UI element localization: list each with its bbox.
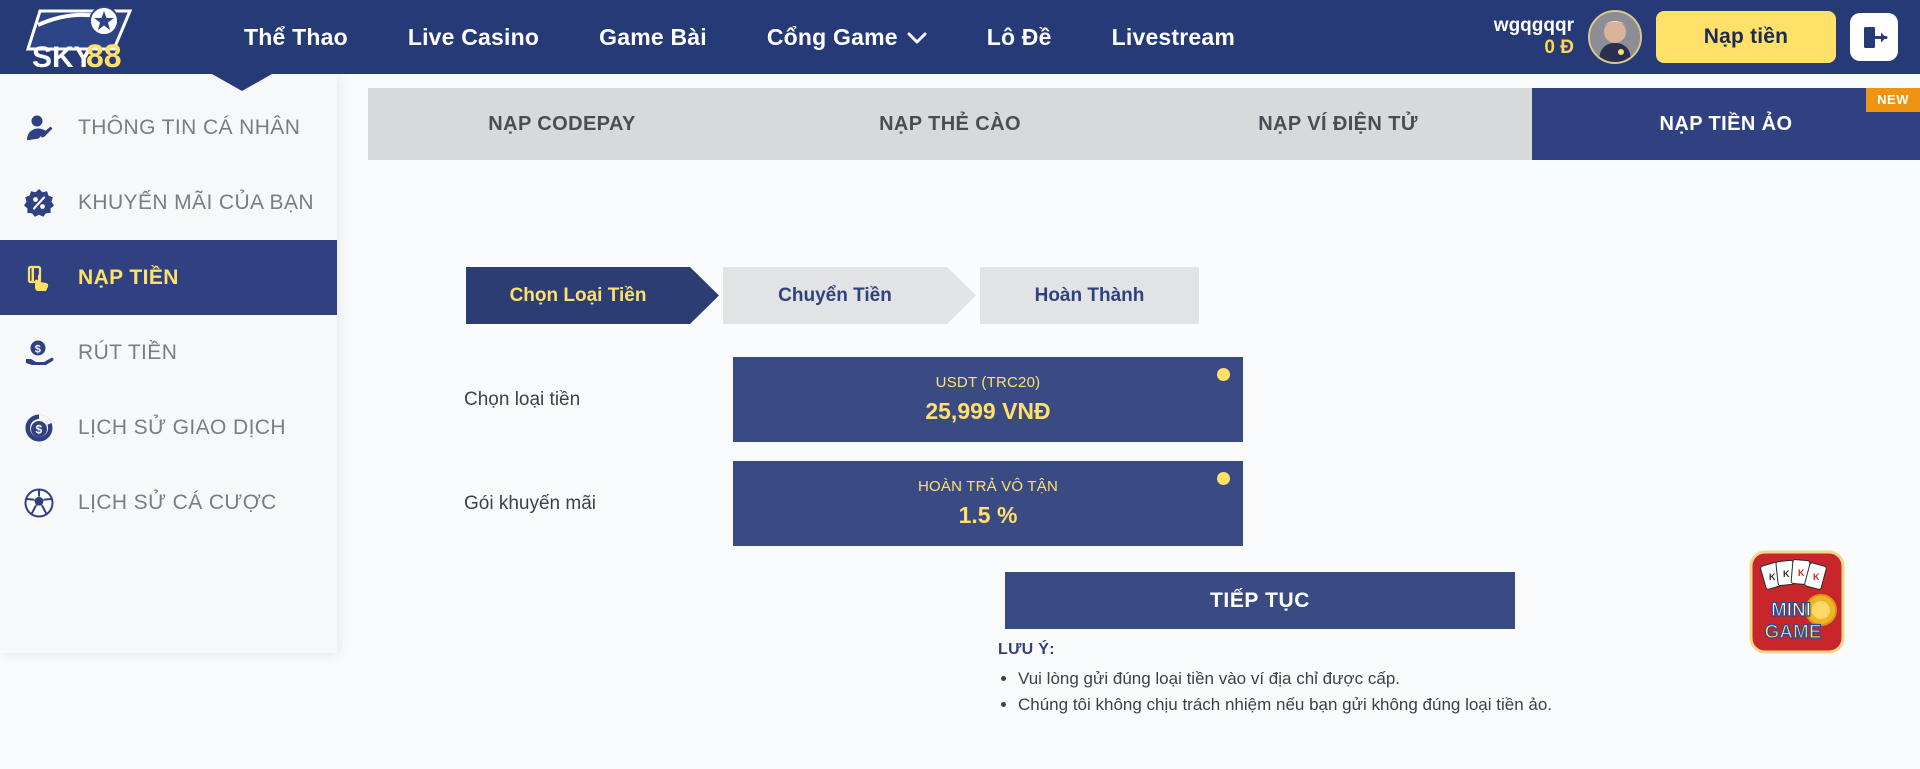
nav-item-game-bai[interactable]: Game Bài: [569, 24, 737, 51]
user-edit-icon: [22, 111, 56, 145]
main-nav: Thể Thao Live Casino Game Bài Cổng Game …: [214, 24, 1265, 51]
step-arrow-icon: [947, 267, 976, 324]
svg-text:$: $: [35, 343, 42, 355]
sidebar: THÔNG TIN CÁ NHÂN KHUYẾN MÃI CỦA BẠN NẠP…: [0, 74, 337, 653]
list-item: Chúng tôi không chịu trách nhiệm nếu bạn…: [1018, 692, 1638, 718]
currency-row-label: Chọn loại tiền: [464, 388, 581, 410]
hand-card-icon: [22, 261, 56, 295]
main-content: NẠP CODEPAY NẠP THẺ CÀO NẠP VÍ ĐIỆN TỬ N…: [368, 74, 1920, 769]
sidebar-item-label: NẠP TIỀN: [78, 265, 179, 289]
svg-text:K: K: [1813, 572, 1820, 582]
step-label: Chọn Loại Tiền: [509, 284, 647, 306]
nav-item-lo-de[interactable]: Lô Đề: [957, 24, 1082, 51]
tab-label: NẠP VÍ ĐIỆN TỬ: [1258, 112, 1418, 135]
status-badge-new: NEW: [1866, 88, 1920, 112]
nav-item-cong-game[interactable]: Cổng Game: [737, 24, 957, 51]
step-arrow-icon: [690, 267, 719, 324]
promo-row-label: Gói khuyến mãi: [464, 492, 597, 514]
nav-label: Cổng Game: [766, 23, 898, 50]
avatar-icon: [1590, 12, 1640, 62]
logout-button[interactable]: [1850, 13, 1898, 61]
currency-card-title: USDT (TRC20): [935, 374, 1041, 391]
deposit-button[interactable]: Nạp tiền: [1656, 11, 1836, 63]
svg-text:K: K: [1769, 572, 1776, 582]
svg-text:K: K: [1798, 568, 1805, 578]
sidebar-item-nap-tien[interactable]: NẠP TIỀN: [0, 240, 337, 315]
nav-label: Live Casino: [407, 23, 540, 50]
continue-button[interactable]: TIẾP TỤC: [1005, 572, 1515, 629]
coin-history-icon: $: [22, 411, 56, 445]
tab-nap-the-cao[interactable]: NẠP THẺ CÀO: [756, 88, 1144, 160]
chevron-down-icon: [907, 24, 927, 51]
app-root: SKY 88 Thể Thao Live Casino Game Bài Cổn…: [0, 0, 1920, 769]
svg-text:MINI: MINI: [1771, 600, 1811, 621]
account-balance: 0 Đ: [1544, 37, 1574, 58]
promo-option-card[interactable]: HOÀN TRẢ VÔ TẬN 1.5 %: [733, 461, 1243, 546]
nav-label: Game Bài: [599, 23, 707, 50]
sidebar-item-label: THÔNG TIN CÁ NHÂN: [78, 115, 301, 139]
nav-item-livestream[interactable]: Livestream: [1082, 24, 1265, 51]
selected-dot-icon: [1217, 368, 1230, 381]
svg-text:K: K: [1783, 569, 1790, 579]
percent-badge-icon: [22, 186, 56, 220]
svg-text:$: $: [35, 422, 42, 436]
step-label: Chuyển Tiền: [778, 284, 892, 306]
sidebar-item-khuyen-mai-cua-ban[interactable]: KHUYẾN MÃI CỦA BẠN: [0, 165, 337, 240]
step-chuyen-tien[interactable]: Chuyển Tiền: [723, 267, 976, 324]
step-indicator: Chọn Loại Tiền Chuyển Tiền Hoàn Thành: [466, 267, 1199, 324]
svg-text:88: 88: [86, 38, 122, 69]
minigame-widget[interactable]: K K K K MINI GAME: [1747, 546, 1847, 658]
sidebar-item-lich-su-ca-cuoc[interactable]: LỊCH SỬ CÁ CƯỢC: [0, 465, 337, 540]
step-hoan-thanh[interactable]: Hoàn Thành: [980, 267, 1199, 324]
avatar[interactable]: [1588, 10, 1642, 64]
nav-item-live-casino[interactable]: Live Casino: [378, 24, 569, 51]
nav-label: Thể Thao: [244, 23, 348, 50]
step-label: Hoàn Thành: [1034, 284, 1145, 306]
nav-item-the-thao[interactable]: Thể Thao: [214, 24, 378, 51]
sidebar-item-thong-tin-ca-nhan[interactable]: THÔNG TIN CÁ NHÂN: [0, 90, 337, 165]
promo-row: Gói khuyến mãi HOÀN TRẢ VÔ TẬN 1.5 %: [464, 461, 1243, 546]
selected-dot-icon: [1217, 472, 1230, 485]
minigame-cards-icon: K K K K MINI GAME: [1749, 550, 1845, 654]
account-username: wgqgqqr: [1493, 14, 1574, 36]
logout-icon: [1863, 26, 1887, 48]
note-list: Vui lòng gửi đúng loại tiền vào ví địa c…: [1018, 666, 1638, 719]
hand-coin-icon: $: [22, 336, 56, 370]
tab-nap-tien-ao[interactable]: NẠP TIỀN ẢO NEW: [1532, 88, 1920, 160]
deposit-panel: Chọn Loại Tiền Chuyển Tiền Hoàn Thành Ch…: [368, 174, 1920, 769]
body-wrapper: THÔNG TIN CÁ NHÂN KHUYẾN MÃI CỦA BẠN NẠP…: [0, 74, 1920, 769]
list-item: Vui lòng gửi đúng loại tiền vào ví địa c…: [1018, 666, 1638, 692]
deposit-method-tabs: NẠP CODEPAY NẠP THẺ CÀO NẠP VÍ ĐIỆN TỬ N…: [368, 88, 1920, 160]
sidebar-item-label: LỊCH SỬ CÁ CƯỢC: [78, 490, 277, 514]
football-icon: [22, 486, 56, 520]
tab-label: NẠP CODEPAY: [488, 112, 636, 135]
tab-nap-codepay[interactable]: NẠP CODEPAY: [368, 88, 756, 160]
tab-nap-vi-dien-tu[interactable]: NẠP VÍ ĐIỆN TỬ: [1144, 88, 1532, 160]
account-area: wgqgqqr 0 Đ Nạp tiền: [1494, 10, 1920, 64]
currency-row: Chọn loại tiền USDT (TRC20) 25,999 VNĐ: [464, 357, 1243, 442]
currency-option-card[interactable]: USDT (TRC20) 25,999 VNĐ: [733, 357, 1243, 442]
currency-card-value: 25,999 VNĐ: [925, 398, 1051, 424]
note-section: LƯU Ý: Vui lòng gửi đúng loại tiền vào v…: [998, 641, 1638, 719]
sidebar-item-label: RÚT TIỀN: [78, 340, 178, 364]
nav-label: Livestream: [1111, 23, 1236, 50]
sky88-logo-icon: SKY 88: [25, 6, 133, 69]
svg-text:GAME: GAME: [1765, 622, 1822, 643]
svg-text:SKY: SKY: [32, 41, 94, 69]
sidebar-item-label: KHUYẾN MÃI CỦA BẠN: [78, 190, 314, 214]
account-text[interactable]: wgqgqqr 0 Đ: [1494, 15, 1574, 60]
sidebar-item-label: LỊCH SỬ GIAO DỊCH: [78, 415, 286, 439]
header-notch: [212, 74, 272, 91]
top-header: SKY 88 Thể Thao Live Casino Game Bài Cổn…: [0, 0, 1920, 74]
nav-label: Lô Đề: [986, 23, 1052, 50]
note-title: LƯU Ý:: [998, 641, 1055, 658]
brand-logo[interactable]: SKY 88: [8, 0, 168, 74]
step-chon-loai-tien[interactable]: Chọn Loại Tiền: [466, 267, 719, 324]
tab-label: NẠP TIỀN ẢO: [1659, 112, 1793, 135]
promo-card-value: 1.5 %: [958, 502, 1018, 528]
promo-card-title: HOÀN TRẢ VÔ TẬN: [918, 478, 1058, 495]
sidebar-item-rut-tien[interactable]: $ RÚT TIỀN: [0, 315, 337, 390]
sidebar-item-lich-su-giao-dich[interactable]: $ LỊCH SỬ GIAO DỊCH: [0, 390, 337, 465]
tab-label: NẠP THẺ CÀO: [879, 112, 1021, 135]
